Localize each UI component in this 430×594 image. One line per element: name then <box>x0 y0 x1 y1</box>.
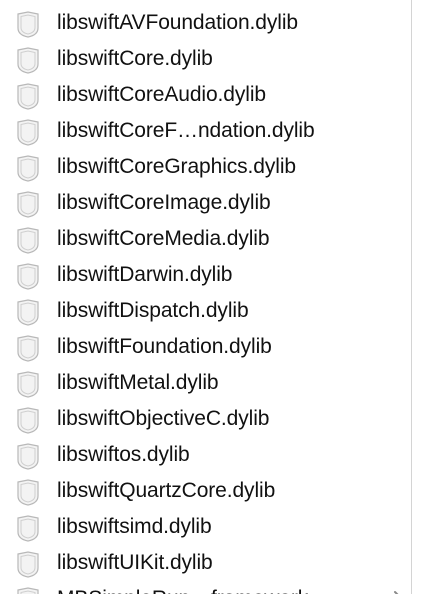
file-name: libswiftAVFoundation.dylib <box>57 11 298 34</box>
file-name: libswiftCore.dylib <box>57 47 213 70</box>
file-name: libswiftQuartzCore.dylib <box>57 479 276 502</box>
file-name: libswiftCoreMedia.dylib <box>57 227 270 250</box>
file-row[interactable]: libswiftAVFoundation.dylib <box>0 5 411 41</box>
file-row[interactable]: libswiftCore.dylib <box>0 41 411 77</box>
dylib-file-icon <box>14 262 42 290</box>
file-row[interactable]: libswiftsimd.dylib <box>0 509 411 545</box>
file-row[interactable]: libswiftos.dylib <box>0 437 411 473</box>
file-name: libswiftDarwin.dylib <box>57 263 233 286</box>
file-row[interactable]: libswiftCoreMedia.dylib <box>0 221 411 257</box>
dylib-file-icon <box>14 190 42 218</box>
file-row[interactable]: libswiftQuartzCore.dylib <box>0 473 411 509</box>
dylib-file-icon <box>14 478 42 506</box>
dylib-file-icon <box>14 406 42 434</box>
file-name: libswiftObjectiveC.dylib <box>57 407 270 430</box>
file-row[interactable]: libswiftDarwin.dylib <box>0 257 411 293</box>
file-name: libswiftCoreImage.dylib <box>57 191 271 214</box>
dylib-file-icon <box>14 334 42 362</box>
file-list: libswiftAVFoundation.dylib libswiftCore.… <box>0 0 411 594</box>
dylib-file-icon <box>14 10 42 38</box>
dylib-file-icon <box>14 298 42 326</box>
file-name: libswiftCoreF…ndation.dylib <box>57 119 315 142</box>
dylib-file-icon <box>14 514 42 542</box>
column-divider[interactable] <box>411 0 412 594</box>
file-name: libswiftos.dylib <box>57 443 190 466</box>
dylib-file-icon <box>14 82 42 110</box>
disclosure-arrow-icon[interactable] <box>392 590 404 594</box>
dylib-file-icon <box>14 550 42 578</box>
file-name: libswiftCoreGraphics.dylib <box>57 155 296 178</box>
dylib-file-icon <box>14 154 42 182</box>
dylib-file-icon <box>14 46 42 74</box>
file-row[interactable]: libswiftUIKit.dylib <box>0 545 411 581</box>
dylib-file-icon <box>14 442 42 470</box>
dylib-file-icon <box>14 370 42 398</box>
file-row[interactable]: libswiftCoreAudio.dylib <box>0 77 411 113</box>
file-name: libswiftMetal.dylib <box>57 371 219 394</box>
framework-icon <box>14 586 42 594</box>
file-row[interactable]: libswiftMetal.dylib <box>0 365 411 401</box>
file-row[interactable]: libswiftCoreF…ndation.dylib <box>0 113 411 149</box>
file-name: libswiftCoreAudio.dylib <box>57 83 266 106</box>
file-name: libswiftFoundation.dylib <box>57 335 272 358</box>
file-row[interactable]: MBSimpleRun…framework <box>0 581 411 594</box>
file-name: libswiftDispatch.dylib <box>57 299 249 322</box>
file-row[interactable]: libswiftCoreGraphics.dylib <box>0 149 411 185</box>
file-name: libswiftUIKit.dylib <box>57 551 213 574</box>
dylib-file-icon <box>14 226 42 254</box>
file-row[interactable]: libswiftObjectiveC.dylib <box>0 401 411 437</box>
file-name: libswiftsimd.dylib <box>57 515 212 538</box>
file-row[interactable]: libswiftFoundation.dylib <box>0 329 411 365</box>
file-row[interactable]: libswiftCoreImage.dylib <box>0 185 411 221</box>
file-row[interactable]: libswiftDispatch.dylib <box>0 293 411 329</box>
file-name: MBSimpleRun…framework <box>57 584 308 594</box>
dylib-file-icon <box>14 118 42 146</box>
